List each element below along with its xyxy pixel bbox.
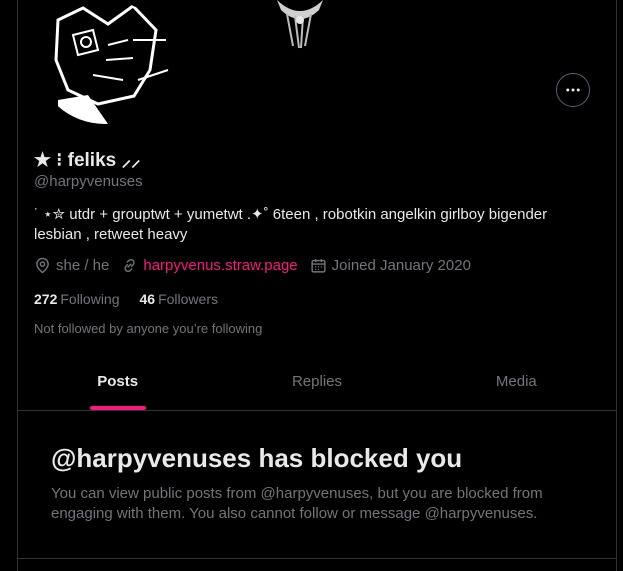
profile-avatar[interactable] — [38, 0, 172, 124]
follow-counts: 272 Following 46 Followers — [34, 291, 238, 307]
profile-column: ★ ⁝ feliks ⸝⸝ @harpyvenuses ˙ ⋆✮ utdr + … — [17, 0, 617, 571]
calendar-icon — [311, 259, 326, 273]
pronouns-text: she / he — [56, 257, 110, 274]
following-count: 272 — [34, 291, 58, 307]
followers-link[interactable]: 46 Followers — [140, 291, 218, 307]
pronouns-item: she / he — [34, 257, 109, 274]
profile-bio: ˙ ⋆✮ utdr + grouptwt + yumetwt .✦˚ 6teen… — [34, 206, 548, 243]
display-name: ★ ⁝ feliks ⸝⸝ — [34, 150, 141, 171]
more-options-button[interactable] — [556, 73, 590, 107]
following-link[interactable]: 272 Following — [34, 291, 120, 307]
blocked-title: @harpyvenuses has blocked you — [51, 443, 463, 473]
joined-date: Joined January 2020 — [331, 257, 471, 274]
blocked-message: You can view public posts from @harpyven… — [51, 485, 543, 522]
profile-tabs: Posts Replies Media — [18, 352, 616, 411]
website-item: harpyvenus.straw.page — [121, 257, 298, 274]
tab-media[interactable]: Media — [417, 352, 616, 410]
user-handle: @harpyvenuses — [34, 173, 143, 190]
tab-posts[interactable]: Posts — [18, 352, 217, 410]
location-pin-icon — [36, 257, 49, 274]
avatar-drawing — [38, 0, 172, 124]
banner-ornament-image — [277, 0, 323, 49]
more-horizontal-icon — [566, 88, 580, 92]
website-link[interactable]: harpyvenus.straw.page — [143, 257, 297, 274]
divider — [18, 558, 616, 559]
followers-label: Followers — [158, 291, 218, 307]
followers-count: 46 — [139, 291, 156, 307]
following-label: Following — [60, 291, 120, 307]
followed-by-note: Not followed by anyone you’re following — [34, 321, 263, 336]
link-icon — [124, 258, 135, 273]
joined-item: Joined January 2020 — [310, 257, 471, 274]
tab-replies[interactable]: Replies — [217, 352, 416, 410]
profile-meta: she / he harpyvenus.straw.page Joined Ja… — [34, 257, 483, 274]
